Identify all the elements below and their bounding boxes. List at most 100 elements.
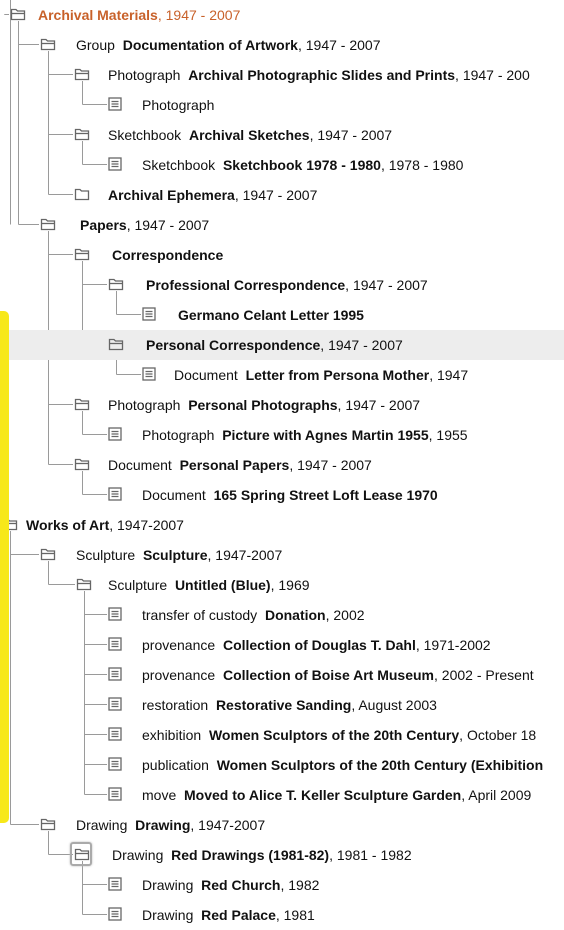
folder-open-icon[interactable]: [74, 67, 90, 81]
tree-node-red-palace[interactable]: Drawing Red Palace, 1981: [0, 900, 564, 930]
node-title: Personal Papers: [179, 457, 290, 473]
node-title: Untitled (Blue): [174, 577, 271, 593]
tree-node-drawing-group[interactable]: Drawing Drawing, 1947-2007: [0, 810, 564, 840]
folder-open-icon[interactable]: [40, 547, 56, 561]
node-title: Drawing: [135, 817, 191, 833]
tree-node-archival-photographic-slides[interactable]: Photograph Archival Photographic Slides …: [0, 60, 564, 90]
tree-node-letter-persona-mother[interactable]: Document Letter from Persona Mother, 194…: [0, 360, 564, 390]
document-icon: [108, 607, 124, 621]
folder-open-icon[interactable]: [74, 247, 90, 261]
node-date: August 2003: [358, 697, 437, 713]
node-type: transfer of custody: [142, 607, 258, 623]
tree-node-sketchbook-1978[interactable]: Sketchbook Sketchbook 1978 - 1980, 1978 …: [0, 150, 564, 180]
highlight-bar: [0, 311, 9, 823]
tree-node-works-of-art[interactable]: Works of Art, 1947-2007: [0, 510, 564, 540]
folder-open-icon[interactable]: [74, 397, 90, 411]
archive-tree: Archival Materials, 1947 - 2007 Group Doc…: [0, 0, 564, 923]
tree-node-professional-correspondence[interactable]: Professional Correspondence, 1947 - 2007: [0, 270, 564, 300]
node-date: 1971-2002: [423, 637, 491, 653]
folder-open-icon[interactable]: [40, 37, 56, 51]
node-type: Photograph: [142, 97, 215, 113]
node-type: Group: [76, 37, 115, 53]
tree-node-untitled-blue[interactable]: Sculpture Untitled (Blue), 1969: [0, 570, 564, 600]
tree-node-sculpture-group[interactable]: Sculpture Sculpture, 1947-2007: [0, 540, 564, 570]
folder-open-icon[interactable]: [74, 127, 90, 141]
tree-node-archival-sketches[interactable]: Sketchbook Archival Sketches, 1947 - 200…: [0, 120, 564, 150]
node-date: 1969: [278, 577, 310, 593]
folder-closed-icon[interactable]: [74, 187, 90, 201]
node-title: Red Drawings (1981-82): [171, 847, 330, 863]
node-date: 1947-2007: [215, 547, 283, 563]
document-icon: [108, 697, 124, 711]
tree-node-photograph-item[interactable]: Photograph: [0, 90, 564, 120]
node-type: Sculpture: [108, 577, 168, 593]
node-type: Drawing: [142, 877, 194, 893]
node-title: Women Sculptors of the 20th Century: [208, 727, 460, 743]
folder-open-icon[interactable]: [108, 337, 124, 351]
node-date: 1947 - 2007: [297, 457, 372, 473]
node-type: Drawing: [76, 817, 128, 833]
tree-node-picture-agnes-martin[interactable]: Photograph Picture with Agnes Martin 195…: [0, 420, 564, 450]
node-type: Document: [142, 487, 206, 503]
node-date: 2002 - Present: [441, 667, 534, 683]
node-type: provenance: [142, 667, 216, 683]
folder-open-icon[interactable]: [40, 217, 56, 231]
tree-node-correspondence[interactable]: Correspondence: [0, 240, 564, 270]
tree-node-personal-correspondence[interactable]: Personal Correspondence, 1947 - 2007: [0, 330, 564, 360]
tree-node-label: Photograph Picture with Agnes Martin 195…: [142, 427, 468, 443]
tree-node-label: Sculpture Untitled (Blue), 1969: [108, 577, 310, 593]
tree-node-germano-celant-letter[interactable]: Germano Celant Letter 1995: [0, 300, 564, 330]
tree-node-moved-keller-garden[interactable]: move Moved to Alice T. Keller Sculpture …: [0, 780, 564, 810]
tree-node-label: Sketchbook Archival Sketches, 1947 - 200…: [108, 127, 393, 143]
tree-node-red-church[interactable]: Drawing Red Church, 1982: [0, 870, 564, 900]
document-icon: [108, 427, 124, 441]
node-title: Red Palace: [201, 907, 276, 923]
tree-node-women-sculptors-exhibition[interactable]: exhibition Women Sculptors of the 20th C…: [0, 720, 564, 750]
tree-node-label: Sketchbook Sketchbook 1978 - 1980, 1978 …: [142, 157, 464, 173]
tree-node-label: Germano Celant Letter 1995: [178, 306, 364, 324]
tree-node-archival-materials[interactable]: Archival Materials, 1947 - 2007: [0, 0, 564, 30]
node-date: 1947 - 2007: [328, 337, 403, 353]
tree-node-label: Photograph: [142, 96, 214, 114]
tree-node-collection-dahl[interactable]: provenance Collection of Douglas T. Dahl…: [0, 630, 564, 660]
document-icon: [108, 97, 124, 111]
node-date: 1947 - 2007: [352, 277, 428, 293]
tree-node-label: Correspondence: [112, 246, 223, 264]
tree-node-red-drawings[interactable]: Drawing Red Drawings (1981-82), 1981 - 1…: [0, 840, 564, 870]
tree-node-label: Document 165 Spring Street Loft Lease 19…: [142, 486, 438, 504]
node-title: Collection of Douglas T. Dahl: [222, 637, 416, 653]
node-title: 165 Spring Street Loft Lease 1970: [213, 487, 438, 503]
node-title: Moved to Alice T. Keller Sculpture Garde…: [184, 787, 462, 803]
node-title: Works of Art: [26, 517, 110, 533]
tree-node-personal-photographs[interactable]: Photograph Personal Photographs, 1947 - …: [0, 390, 564, 420]
folder-open-icon[interactable]: [40, 817, 56, 831]
tree-node-restorative-sanding[interactable]: restoration Restorative Sanding, August …: [0, 690, 564, 720]
node-type: publication: [142, 757, 209, 773]
node-title: Archival Sketches: [188, 127, 310, 143]
node-type: Sketchbook: [142, 157, 216, 173]
tree-node-collection-boise[interactable]: provenance Collection of Boise Art Museu…: [0, 660, 564, 690]
folder-open-icon[interactable]: [10, 7, 26, 21]
node-date: 1947 - 2007: [242, 187, 318, 203]
node-type: Photograph: [108, 397, 181, 413]
node-date: 1947 - 2007: [134, 217, 210, 233]
tree-node-documentation-of-artwork[interactable]: Group Documentation of Artwork, 1947 - 2…: [0, 30, 564, 60]
tree-node-spring-street-lease[interactable]: Document 165 Spring Street Loft Lease 19…: [0, 480, 564, 510]
folder-open-icon[interactable]: [70, 842, 92, 866]
tree-node-archival-ephemera[interactable]: Archival Ephemera, 1947 - 2007: [0, 180, 564, 210]
folder-open-icon[interactable]: [108, 277, 124, 291]
node-title: Picture with Agnes Martin 1955: [222, 427, 429, 443]
folder-open-icon[interactable]: [74, 457, 90, 471]
document-icon: [142, 307, 158, 321]
node-title: Sculpture: [142, 547, 208, 563]
tree-node-papers[interactable]: Papers, 1947 - 2007: [0, 210, 564, 240]
node-date: October 18: [466, 727, 537, 743]
node-type: Document: [174, 367, 238, 383]
tree-node-women-sculptors-publication[interactable]: publication Women Sculptors of the 20th …: [0, 750, 564, 780]
folder-open-icon[interactable]: [76, 577, 92, 591]
tree-node-donation[interactable]: transfer of custody Donation, 2002: [0, 600, 564, 630]
tree-node-personal-papers[interactable]: Document Personal Papers, 1947 - 2007: [0, 450, 564, 480]
tree-node-label: Professional Correspondence, 1947 - 2007: [146, 277, 428, 293]
node-type: provenance: [142, 637, 216, 653]
tree-node-label: Photograph Personal Photographs, 1947 - …: [108, 397, 421, 413]
